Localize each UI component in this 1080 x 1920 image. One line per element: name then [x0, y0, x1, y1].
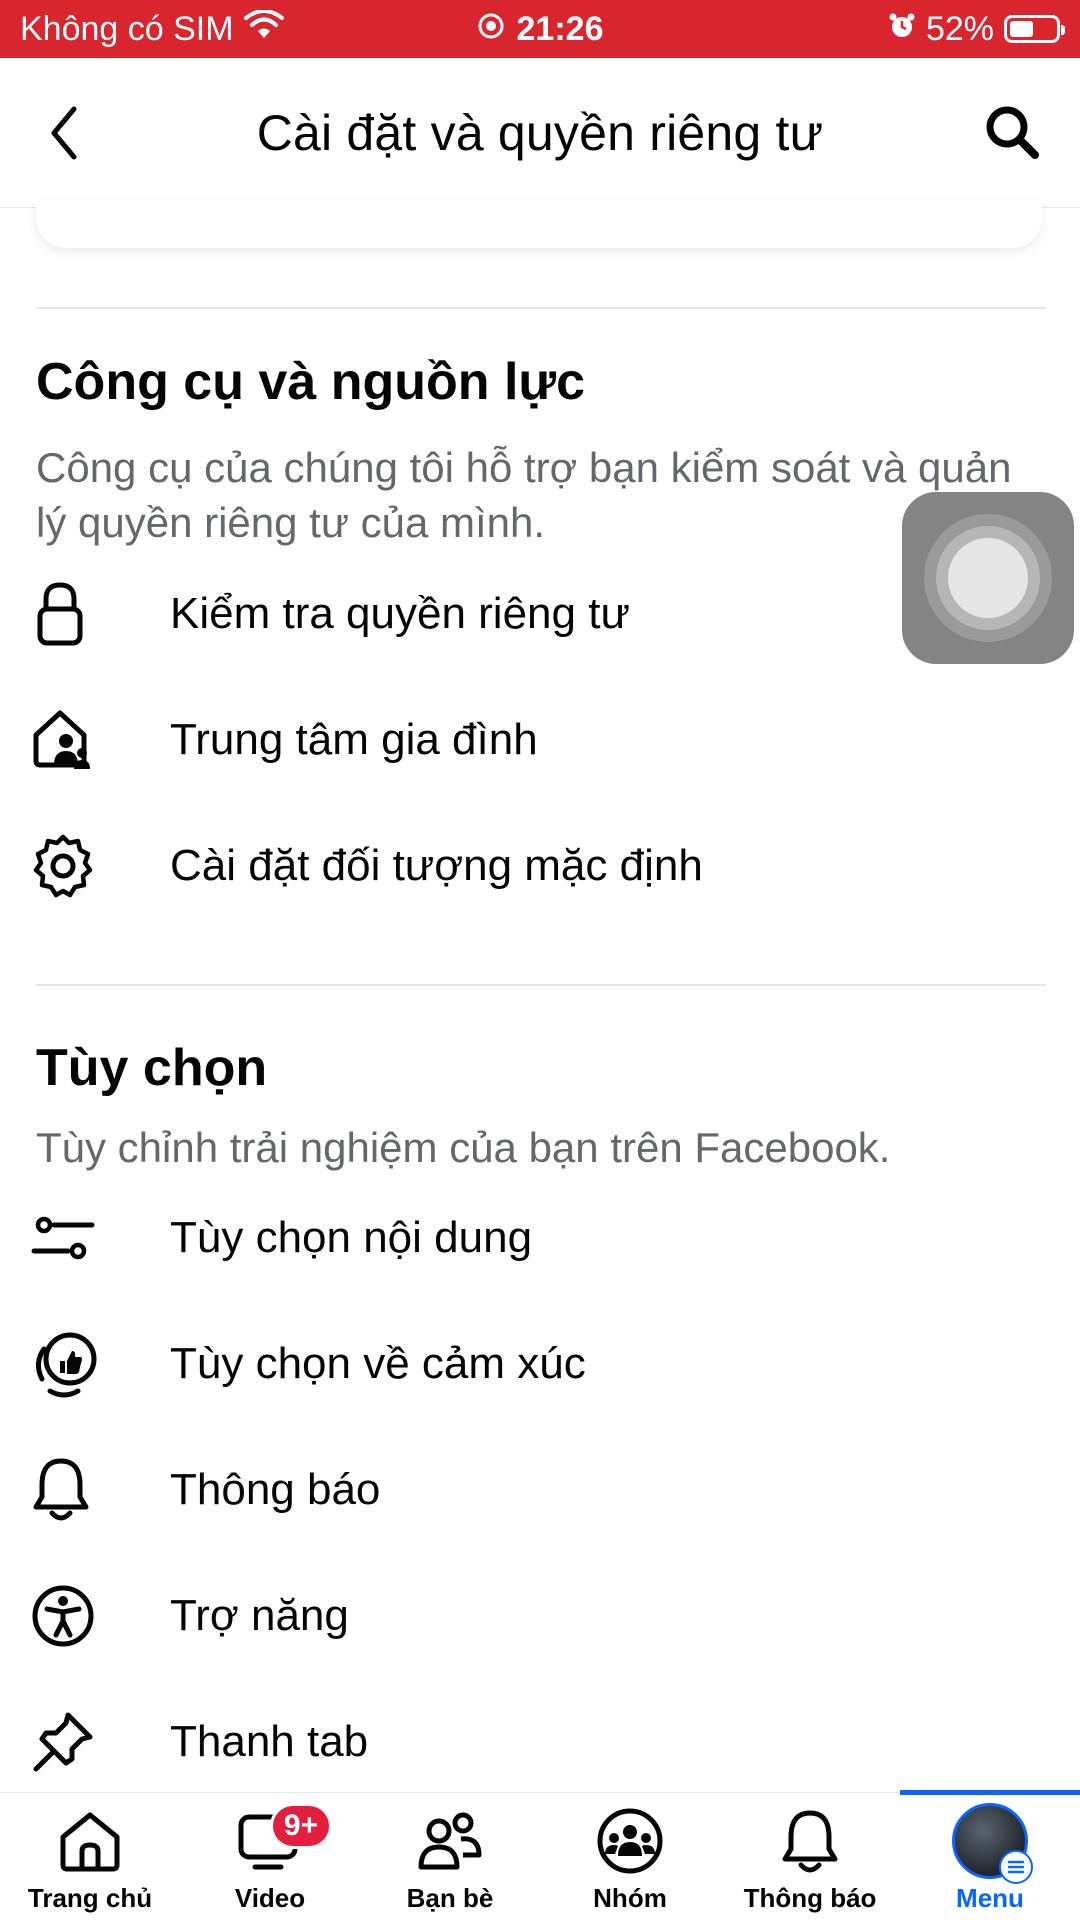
divider — [36, 984, 1046, 986]
reaction-icon — [30, 1326, 106, 1402]
status-right: 52% — [888, 9, 1065, 49]
header: Cài đặt và quyền riêng tư — [0, 58, 1080, 208]
tab-notifications[interactable]: Thông báo — [720, 1793, 900, 1920]
lock-icon — [30, 576, 106, 652]
menu-item-accessibility[interactable]: Trợ năng — [30, 1566, 1030, 1666]
menu-item-content-preferences[interactable]: Tùy chọn nội dung — [30, 1188, 1030, 1288]
sliders-icon — [30, 1200, 106, 1276]
menu-item-label: Trung tâm gia đình — [170, 715, 538, 764]
wifi-icon — [243, 8, 284, 49]
family-house-icon — [30, 702, 106, 778]
gear-icon — [30, 828, 106, 904]
assistive-touch-button[interactable] — [902, 492, 1074, 664]
menu-item-label: Tùy chọn về cảm xúc — [170, 1339, 586, 1388]
carrier-label: Không có SIM — [20, 9, 234, 48]
accessibility-icon — [30, 1578, 106, 1654]
avatar — [952, 1803, 1033, 1884]
menu-item-label: Thông báo — [170, 1465, 381, 1514]
status-bar: Không có SIM 21:26 52% — [0, 0, 1080, 58]
tab-label: Trang chủ — [27, 1883, 153, 1913]
menu-item-notifications[interactable]: Thông báo — [30, 1440, 1030, 1540]
status-left: Không có SIM — [20, 8, 284, 49]
assistive-ring-inner — [936, 526, 1040, 630]
tab-friends[interactable]: Bạn bè — [360, 1793, 540, 1920]
page-title: Cài đặt và quyền riêng tư — [256, 104, 824, 161]
bell-icon — [30, 1452, 106, 1528]
tab-home[interactable]: Trang chủ — [0, 1793, 180, 1920]
battery-icon — [1004, 15, 1065, 43]
menu-item-reaction-preferences[interactable]: Tùy chọn về cảm xúc — [30, 1314, 1030, 1414]
section-description-tools: Công cụ của chúng tôi hỗ trợ bạn kiểm so… — [36, 444, 1012, 546]
tab-label: Bạn bè — [406, 1883, 494, 1913]
bottom-tab-bar: Trang chủ 9+ Video Bạn bè Nhóm Thông báo — [0, 1790, 1080, 1920]
home-icon — [50, 1805, 130, 1877]
tab-label: Video — [234, 1883, 306, 1913]
section-title-tools: Công cụ và nguồn lực — [36, 353, 585, 411]
assistive-ring — [924, 514, 1052, 642]
bell-icon — [770, 1805, 850, 1877]
tab-label: Menu — [956, 1883, 1024, 1913]
back-button[interactable] — [44, 98, 94, 168]
menu-item-privacy-checkup[interactable]: Kiểm tra quyền riêng tư — [30, 564, 1030, 664]
previous-card-bottom — [36, 200, 1042, 248]
menu-item-label: Tùy chọn nội dung — [170, 1213, 533, 1262]
section-description-preferences: Tùy chỉnh trải nghiệm của bạn trên Faceb… — [36, 1124, 891, 1171]
search-icon — [986, 106, 1039, 159]
avatar-menu-icon — [950, 1803, 1033, 1884]
menu-item-family-center[interactable]: Trung tâm gia đình — [30, 690, 1030, 790]
tab-menu[interactable]: Menu — [900, 1790, 1080, 1920]
menu-item-label: Cài đặt đối tượng mặc định — [170, 841, 703, 890]
friends-icon — [410, 1805, 490, 1877]
notification-badge: 9+ — [270, 1803, 332, 1849]
menu-item-label: Thanh tab — [170, 1717, 369, 1766]
tab-label: Nhóm — [593, 1883, 667, 1913]
tab-label: Thông báo — [743, 1883, 877, 1913]
tab-video[interactable]: 9+ Video — [180, 1793, 360, 1920]
battery-percent: 52% — [925, 9, 994, 48]
hamburger-icon — [999, 1850, 1033, 1884]
groups-icon — [590, 1805, 670, 1877]
video-icon: 9+ — [230, 1803, 332, 1877]
chevron-left-icon — [51, 106, 77, 160]
divider — [36, 307, 1046, 309]
menu-item-tab-bar[interactable]: Thanh tab — [30, 1692, 1030, 1792]
battery-fill — [1010, 21, 1033, 37]
section-title-preferences: Tùy chọn — [36, 1039, 268, 1097]
clock: 21:26 — [516, 9, 604, 48]
menu-item-label: Trợ năng — [170, 1591, 349, 1640]
pin-icon — [30, 1704, 106, 1780]
alarm-icon — [888, 10, 916, 49]
search-button[interactable] — [980, 100, 1044, 164]
menu-item-label: Kiểm tra quyền riêng tư — [170, 589, 630, 638]
screen-record-icon — [477, 10, 505, 49]
assistive-dot — [948, 538, 1028, 618]
menu-item-default-audience[interactable]: Cài đặt đối tượng mặc định — [30, 816, 1030, 916]
tab-groups[interactable]: Nhóm — [540, 1793, 720, 1920]
